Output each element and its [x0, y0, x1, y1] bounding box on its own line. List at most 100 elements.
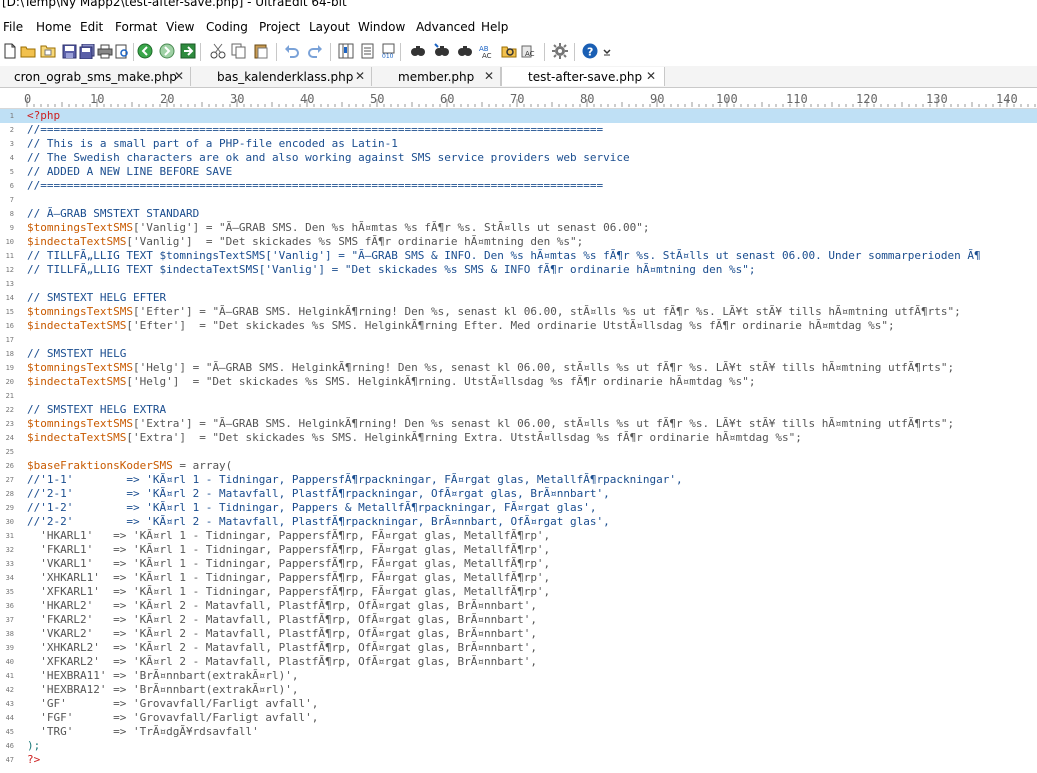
replace-icon[interactable]: AC	[521, 43, 537, 59]
code-token: ['Efter'] = "Ã–GRAB SMS. HelginkÃ¶rning!…	[132, 305, 961, 318]
code-line[interactable]: 8 // Ã–GRAB SMSTEXT STANDARD	[0, 207, 1037, 221]
code-line[interactable]: 30 //'2-2' => 'KÃ¤rl 2 - Matavfall, Plast…	[0, 515, 1037, 529]
close-icon[interactable]: ✕	[174, 69, 184, 83]
code-line[interactable]: 40 'XFKARL2' => 'KÃ¤rl 2 - Matavfall, Pl…	[0, 655, 1037, 669]
tab-bas-kalenderklass[interactable]: bas_kalenderklass.php ✕	[191, 67, 372, 86]
code-line[interactable]: 20 $indectaTextSMS['Helg'] = "Det skickad…	[0, 375, 1037, 389]
menu-edit[interactable]: Edit	[80, 20, 103, 34]
code-line[interactable]: 28 //'2-1' => 'KÃ¤rl 2 - Matavfall, Plast…	[0, 487, 1037, 501]
forward-icon[interactable]	[159, 43, 175, 59]
menu-coding[interactable]: Coding	[206, 20, 248, 34]
code-line[interactable]: 14 // SMSTEXT HELG EFTER	[0, 291, 1037, 305]
code-line[interactable]: 4 // The Swedish characters are ok and al…	[0, 151, 1037, 165]
open-file-icon[interactable]	[40, 43, 56, 59]
code-line[interactable]: 44 'FGF' => 'Grovavfall/Farligt avfall',	[0, 711, 1037, 725]
tab-member[interactable]: member.php ✕	[372, 67, 501, 86]
code-line[interactable]: 1 <?php	[0, 109, 1037, 123]
cut-icon[interactable]	[210, 43, 226, 59]
code-line[interactable]: 17	[0, 333, 1037, 347]
code-line[interactable]: 33 'VKARL1' => 'KÃ¤rl 1 - Tidningar, Pap…	[0, 557, 1037, 571]
binary-icon[interactable]: 010	[381, 43, 397, 59]
code-line[interactable]: 31 'HKARL1' => 'KÃ¤rl 1 - Tidningar, Pap…	[0, 529, 1037, 543]
toolbar-overflow-icon[interactable]	[602, 43, 612, 59]
code-line[interactable]: 42 'HEXBRA12' => 'BrÃ¤nnbart(extrakÃ¤rl)…	[0, 683, 1037, 697]
tab-test-after-save[interactable]: test-after-save.php ✕	[501, 67, 665, 86]
code-line[interactable]: 38 'VKARL2' => 'KÃ¤rl 2 - Matavfall, Pla…	[0, 627, 1037, 641]
code-line[interactable]: 37 'FKARL2' => 'KÃ¤rl 2 - Matavfall, Pla…	[0, 613, 1037, 627]
toolbar-separator	[400, 43, 401, 61]
code-line[interactable]: 45 'TRG' => 'TrÃ¤dgÃ¥rdsavfall'	[0, 725, 1037, 739]
window-title: [D:\Temp\Ny Mapp2\test-after-save.php] -…	[2, 0, 347, 9]
redo-icon[interactable]	[307, 43, 323, 59]
find-in-files-icon[interactable]	[434, 43, 450, 59]
code-line[interactable]: 7	[0, 193, 1037, 207]
help-icon[interactable]: ?	[582, 43, 598, 59]
menu-view[interactable]: View	[166, 20, 194, 34]
code-line[interactable]: 23 $tomningsTextSMS['Extra'] = "Ã–GRAB SM…	[0, 417, 1037, 431]
menu-layout[interactable]: Layout	[309, 20, 350, 34]
spell-check-icon[interactable]: AB AC	[479, 43, 495, 59]
column-mode-icon[interactable]	[338, 43, 354, 59]
code-line[interactable]: 22 // SMSTEXT HELG EXTRA	[0, 403, 1037, 417]
find-prev-icon[interactable]	[457, 43, 473, 59]
code-line[interactable]: 16 $indectaTextSMS['Efter'] = "Det skicka…	[0, 319, 1037, 333]
close-icon[interactable]: ✕	[646, 69, 656, 83]
code-line[interactable]: 26 $baseFraktionsKoderSMS = array(	[0, 459, 1037, 473]
line-text: // ADDED A NEW LINE BEFORE SAVE	[27, 165, 233, 178]
code-editor[interactable]: 1 <?php 2 //===============================…	[0, 109, 1037, 773]
code-line[interactable]: 34 'XHKARL1' => 'KÃ¤rl 1 - Tidningar, Pa…	[0, 571, 1037, 585]
print-preview-icon[interactable]	[114, 43, 130, 59]
code-line[interactable]: 9 $tomningsTextSMS['Vanlig'] = "Ã–GRAB SM…	[0, 221, 1037, 235]
menu-window[interactable]: Window	[358, 20, 405, 34]
code-line[interactable]: 25	[0, 445, 1037, 459]
code-line[interactable]: 11 // TILLFÃ„LLIG TEXT $tomningsTextSMS['…	[0, 249, 1037, 263]
code-line[interactable]: 29 //'1-2' => 'KÃ¤rl 1 - Tidningar, Pappe…	[0, 501, 1037, 515]
code-line[interactable]: 36 'HKARL2' => 'KÃ¤rl 2 - Matavfall, Pla…	[0, 599, 1037, 613]
settings-icon[interactable]	[552, 43, 568, 59]
code-line[interactable]: 5 // ADDED A NEW LINE BEFORE SAVE	[0, 165, 1037, 179]
code-line[interactable]: 2 //=====================================…	[0, 123, 1037, 137]
code-line[interactable]: 10 $indectaTextSMS['Vanlig'] = "Det skick…	[0, 235, 1037, 249]
close-icon[interactable]: ✕	[355, 69, 365, 83]
svg-text:AC: AC	[482, 52, 492, 59]
goto-icon[interactable]	[180, 43, 196, 59]
code-line[interactable]: 47 ?>	[0, 753, 1037, 767]
menu-file[interactable]: File	[3, 20, 23, 34]
paste-icon[interactable]	[253, 43, 269, 59]
code-line[interactable]: 39 'XHKARL2' => 'KÃ¤rl 2 - Matavfall, Pl…	[0, 641, 1037, 655]
code-line[interactable]: 41 'HEXBRA11' => 'BrÃ¤nnbart(extrakÃ¤rl)…	[0, 669, 1037, 683]
copy-icon[interactable]	[231, 43, 247, 59]
new-file-icon[interactable]	[2, 43, 18, 59]
tab-cron-ograb-sms-make[interactable]: cron_ograb_sms_make.php ✕	[0, 67, 191, 86]
menu-help[interactable]: Help	[481, 20, 508, 34]
back-icon[interactable]	[137, 43, 153, 59]
save-all-icon[interactable]	[79, 43, 95, 59]
code-line[interactable]: 3 // This is a small part of a PHP-file e…	[0, 137, 1037, 151]
code-line[interactable]: 19 $tomningsTextSMS['Helg'] = "Ã–GRAB SMS…	[0, 361, 1037, 375]
code-line[interactable]: 21	[0, 389, 1037, 403]
code-line[interactable]: 32 'FKARL1' => 'KÃ¤rl 1 - Tidningar, Pap…	[0, 543, 1037, 557]
open-folder-icon[interactable]	[20, 43, 36, 59]
undo-icon[interactable]	[284, 43, 300, 59]
code-line[interactable]: 13	[0, 277, 1037, 291]
menu-format[interactable]: Format	[115, 20, 157, 34]
code-line[interactable]: 35 'XFKARL1' => 'KÃ¤rl 1 - Tidningar, Pa…	[0, 585, 1037, 599]
code-line[interactable]: 12 // TILLFÃ„LLIG TEXT $indectaTextSMS['V…	[0, 263, 1037, 277]
close-icon[interactable]: ✕	[484, 69, 494, 83]
code-line[interactable]: 24 $indectaTextSMS['Extra'] = "Det skicka…	[0, 431, 1037, 445]
code-line[interactable]: 6 //=====================================…	[0, 179, 1037, 193]
code-line[interactable]: 18 // SMSTEXT HELG	[0, 347, 1037, 361]
menu-project[interactable]: Project	[259, 20, 300, 34]
print-icon[interactable]	[97, 43, 113, 59]
menu-home[interactable]: Home	[36, 20, 71, 34]
code-line[interactable]: 46);	[0, 739, 1037, 753]
save-icon[interactable]	[61, 43, 77, 59]
code-line[interactable]: 27 //'1-1' => 'KÃ¤rl 1 - Tidningar, Pappe…	[0, 473, 1037, 487]
find-folder-icon[interactable]	[501, 43, 517, 59]
find-icon[interactable]	[410, 43, 426, 59]
code-line[interactable]: 43 'GF' => 'Grovavfall/Farligt avfall',	[0, 697, 1037, 711]
hex-edit-icon[interactable]	[360, 43, 376, 59]
line-number: 26	[5, 462, 14, 470]
menu-advanced[interactable]: Advanced	[416, 20, 475, 34]
code-line[interactable]: 15 $tomningsTextSMS['Efter'] = "Ã–GRAB SM…	[0, 305, 1037, 319]
